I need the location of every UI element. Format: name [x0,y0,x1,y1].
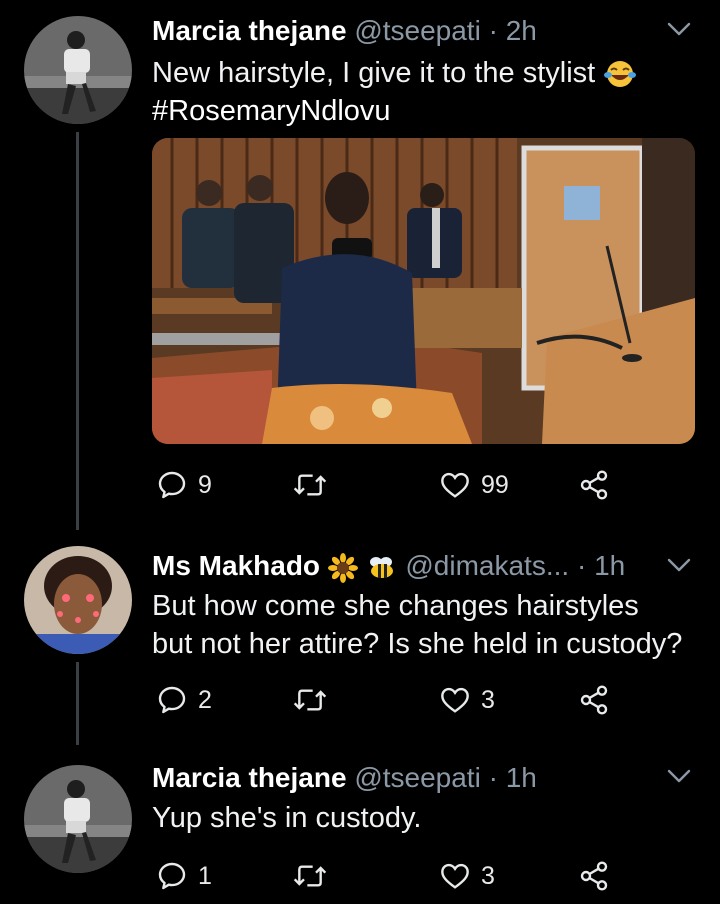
reply-count: 9 [198,470,212,499]
retweet-icon [293,689,327,711]
heart-icon [441,863,469,889]
like-count: 3 [481,861,495,890]
tweet-text-line: But how come she changes hairstyles [152,590,639,622]
tweet-text-line: but not her attire? Is she held in custo… [152,628,683,660]
timestamp[interactable]: 1h [594,550,625,581]
like-count: 3 [481,685,495,714]
timestamp[interactable]: 1h [506,762,537,793]
like-button[interactable]: 99 [439,465,509,505]
heart-icon [441,687,469,713]
tweet-text: Yup she's in custody. [152,799,421,837]
reply-button[interactable]: 2 [156,680,212,720]
thread-line [76,662,79,745]
tweet-3[interactable]: Marcia thejane @tseepati · 1h Yup she's … [0,745,720,904]
display-name[interactable]: Marcia thejane [152,762,347,793]
bee-emoji [369,556,393,578]
retweet-icon [293,474,327,496]
tweet-header: Marcia thejane @tseepati · 1h [152,761,537,795]
hashtag-link[interactable]: #RosemaryNdlovu [152,92,637,130]
display-name[interactable]: Marcia thejane [152,15,347,46]
chevron-down-icon[interactable] [666,767,692,785]
action-bar: 1 3 [152,856,632,896]
chevron-down-icon[interactable] [666,556,692,574]
share-button[interactable] [578,856,610,896]
retweet-button[interactable] [292,465,338,505]
retweet-button[interactable] [292,856,338,896]
handle[interactable]: @tseepati [354,15,481,46]
like-button[interactable]: 3 [439,856,495,896]
tweet-header: Marcia thejane @tseepati · 2h [152,14,537,48]
avatar[interactable] [24,16,132,124]
heart-icon [441,472,469,498]
retweet-button[interactable] [292,680,338,720]
share-button[interactable] [578,465,610,505]
reply-count: 1 [198,861,212,890]
tweet-text: New hairstyle, I give it to the stylist … [152,54,637,130]
reply-count: 2 [198,685,212,714]
reply-button[interactable]: 1 [156,856,212,896]
separator-dot: · [576,550,587,581]
tweet-media-image[interactable] [152,138,695,444]
tweet-text-line: New hairstyle, I give it to the stylist [152,57,596,89]
timestamp[interactable]: 2h [506,15,537,46]
like-count: 99 [481,470,509,499]
thread-line [76,132,79,530]
tweet-text-line: Yup she's in custody. [152,802,422,834]
share-icon [580,685,608,715]
separator-dot: · [488,762,498,793]
tweet-1[interactable]: Marcia thejane @tseepati · 2h New hairst… [0,0,720,530]
chevron-down-icon[interactable] [666,20,692,38]
avatar[interactable] [24,546,132,654]
separator-dot: · [488,15,498,46]
share-icon [580,470,608,500]
display-name[interactable]: Ms Makhado [152,550,320,581]
tears-of-joy-emoji [604,61,637,88]
handle[interactable]: @dimakats... [405,550,569,581]
avatar[interactable] [24,765,132,873]
action-bar: 2 3 [152,680,632,720]
retweet-icon [293,865,327,887]
handle[interactable]: @tseepati [354,762,481,793]
share-icon [580,861,608,891]
reply-button[interactable]: 9 [156,465,212,505]
tweet-text: But how come she changes hairstyles but … [152,587,682,663]
action-bar: 9 99 [152,465,632,505]
tweet-header: Ms Makhado @dimakats... · 1h [152,549,625,583]
reply-icon [158,686,186,714]
tweet-2[interactable]: Ms Makhado @dimakats... · 1h But how com… [0,530,720,745]
share-button[interactable] [578,680,610,720]
like-button[interactable]: 3 [439,680,495,720]
reply-icon [158,862,186,890]
reply-icon [158,471,186,499]
sunflower-emoji [327,552,358,583]
